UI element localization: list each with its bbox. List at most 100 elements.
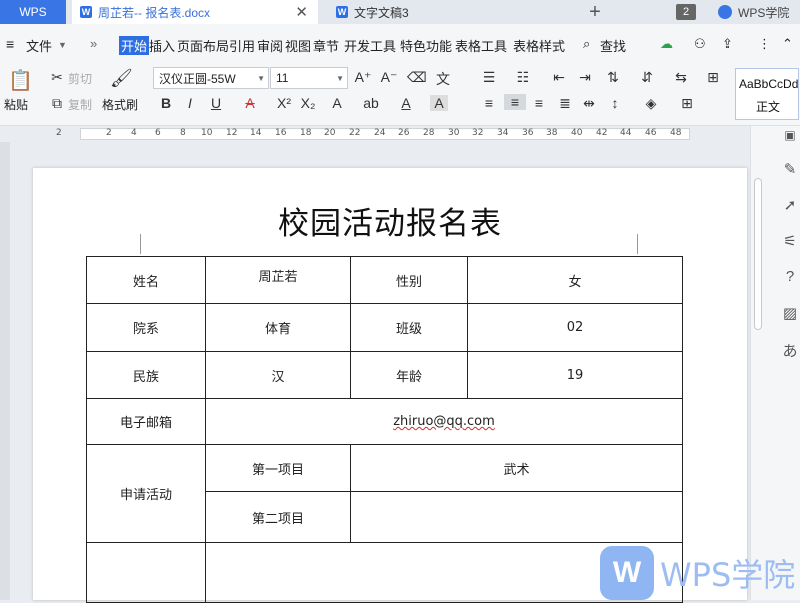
pen-icon[interactable]: ✎: [780, 160, 800, 178]
text-effect-icon[interactable]: A: [328, 95, 346, 111]
format-painter-icon[interactable]: 🖌: [110, 68, 133, 89]
cell-name-label[interactable]: 姓名: [86, 256, 206, 304]
cell-gender-value[interactable]: 女: [467, 256, 683, 304]
cloud-sync-icon[interactable]: ☁: [660, 36, 673, 52]
document-page[interactable]: 校园活动报名表 姓名 周芷若 性别 女 院系 体育 班级 02 民族 汉 年龄 …: [33, 168, 747, 603]
sort-icon[interactable]: ⇵: [638, 69, 656, 86]
scissors-icon[interactable]: ✂: [48, 69, 66, 86]
image-icon[interactable]: ▨: [780, 304, 800, 322]
menu-review[interactable]: 审阅: [257, 36, 283, 55]
cell-email-label[interactable]: 电子邮箱: [86, 398, 206, 445]
cell-ethnic-label[interactable]: 民族: [86, 351, 206, 399]
char-shading-icon[interactable]: A: [430, 95, 448, 111]
superscript-icon[interactable]: X²: [275, 95, 293, 111]
menu-reference[interactable]: 引用: [229, 36, 255, 55]
menu-start[interactable]: 开始: [119, 36, 150, 55]
cell-class-label[interactable]: 班级: [350, 303, 468, 352]
menu-file[interactable]: 文件: [26, 36, 52, 55]
tab-wps-home[interactable]: WPS: [0, 0, 66, 24]
menu-search[interactable]: 查找: [600, 36, 626, 55]
translate-icon[interactable]: あ: [780, 340, 800, 361]
strikethrough-icon[interactable]: A: [241, 95, 259, 111]
menu-section[interactable]: 章节: [313, 36, 339, 55]
cell-item2-label[interactable]: 第二项目: [205, 491, 351, 543]
close-tab-icon[interactable]: ✕: [295, 3, 308, 21]
cell-age-label[interactable]: 年龄: [350, 351, 468, 399]
hamburger-icon[interactable]: ≡: [6, 36, 14, 52]
increase-indent-icon[interactable]: ⇥: [576, 69, 594, 86]
menu-table-style[interactable]: 表格样式: [513, 36, 565, 55]
clear-format-icon[interactable]: ⌫: [407, 69, 427, 86]
cell-dept-label[interactable]: 院系: [86, 303, 206, 352]
highlight-icon[interactable]: ab: [362, 95, 380, 111]
menu-insert[interactable]: 插入: [149, 36, 175, 55]
cell-gender-label[interactable]: 性别: [350, 256, 468, 304]
more-icon[interactable]: ⋮: [758, 36, 771, 52]
phonetic-icon[interactable]: 文: [434, 69, 452, 89]
style-normal[interactable]: AaBbCcDd 正文: [735, 68, 799, 120]
paste-icon[interactable]: 📋: [8, 68, 33, 93]
tab-document-active[interactable]: W 周芷若-- 报名表.docx ✕: [72, 0, 318, 24]
new-tab-button[interactable]: +: [585, 0, 605, 24]
decrease-font-icon[interactable]: A⁻: [380, 69, 398, 86]
tab-stop-icon[interactable]: ⇆: [672, 69, 690, 86]
paste-button[interactable]: 粘贴: [4, 96, 28, 113]
distributed-icon[interactable]: ⇹: [580, 95, 598, 112]
cell-name-value[interactable]: 周芷若: [205, 256, 351, 304]
table-border-icon[interactable]: ⊞: [678, 95, 696, 112]
cell-item2-value[interactable]: [350, 491, 683, 543]
help-icon[interactable]: ?: [780, 268, 800, 285]
chevron-down-icon[interactable]: ▼: [58, 40, 67, 50]
export-icon[interactable]: ⇪: [722, 36, 733, 52]
font-name-select[interactable]: 汉仪正圆-55W ▼: [153, 67, 269, 89]
menu-table-tools[interactable]: 表格工具: [455, 36, 507, 55]
format-painter-button[interactable]: 格式刷: [102, 96, 138, 113]
align-right-icon[interactable]: ≡: [530, 95, 548, 111]
shading-icon[interactable]: ◈: [642, 95, 660, 112]
ribbon-toolbar: 📋 粘贴 ✂ 剪切 ⧉ 复制 🖌 格式刷 汉仪正圆-55W ▼ 11 ▼ A⁺ …: [0, 64, 800, 126]
share-user-icon[interactable]: ⚇: [694, 36, 706, 52]
align-left-icon[interactable]: ≡: [480, 95, 498, 111]
borders-icon[interactable]: ⊞: [704, 69, 722, 86]
tab-count-badge[interactable]: 2: [676, 4, 696, 20]
panel-toggle-icon[interactable]: ▣: [780, 128, 800, 142]
justify-icon[interactable]: ≣: [556, 95, 574, 112]
line-spacing-icon[interactable]: ↕: [606, 95, 624, 111]
menu-page-layout[interactable]: 页面布局: [177, 36, 229, 55]
copy-icon[interactable]: ⧉: [48, 95, 66, 112]
cell-email-value[interactable]: zhiruo@qq.com: [205, 398, 683, 445]
bullet-list-icon[interactable]: ☰: [480, 69, 498, 86]
subscript-icon[interactable]: X₂: [299, 95, 317, 111]
chevron-right-icon[interactable]: »: [90, 36, 97, 51]
cell-age-value[interactable]: 19: [467, 351, 683, 399]
increase-font-icon[interactable]: A⁺: [354, 69, 372, 86]
align-center-icon[interactable]: ≡: [504, 94, 526, 110]
cell-apply-label[interactable]: 申请活动: [86, 444, 206, 543]
cursor-icon[interactable]: ➚: [780, 196, 800, 214]
numbered-list-icon[interactable]: ☷: [514, 69, 532, 86]
italic-icon[interactable]: I: [181, 95, 199, 111]
collapse-icon[interactable]: ⌃: [782, 36, 793, 52]
decrease-indent-icon[interactable]: ⇤: [550, 69, 568, 86]
font-size-select[interactable]: 11 ▼: [270, 67, 348, 89]
menu-view[interactable]: 视图: [285, 36, 311, 55]
cut-button[interactable]: 剪切: [68, 70, 92, 87]
cell-item1-label[interactable]: 第一项目: [205, 444, 351, 492]
adjust-icon[interactable]: ⚟: [780, 232, 800, 250]
text-direction-icon[interactable]: ⇅: [604, 69, 622, 86]
cell-dept-value[interactable]: 体育: [205, 303, 351, 352]
wps-academy-link[interactable]: WPS学院: [718, 0, 789, 24]
cell-item1-value[interactable]: 武术: [350, 444, 683, 492]
copy-button[interactable]: 复制: [68, 96, 92, 113]
tab-document-2[interactable]: W 文字文稿3: [330, 0, 568, 24]
underline-icon[interactable]: U: [207, 95, 225, 111]
scrollbar-thumb[interactable]: [754, 178, 762, 330]
search-icon[interactable]: ⌕: [583, 36, 590, 52]
cell-empty[interactable]: [86, 542, 206, 603]
bold-icon[interactable]: B: [157, 95, 175, 111]
menu-special[interactable]: 特色功能: [400, 36, 452, 55]
font-color-icon[interactable]: A: [397, 95, 415, 111]
menu-developer[interactable]: 开发工具: [344, 36, 396, 55]
cell-class-value[interactable]: 02: [467, 303, 683, 352]
cell-ethnic-value[interactable]: 汉: [205, 351, 351, 399]
